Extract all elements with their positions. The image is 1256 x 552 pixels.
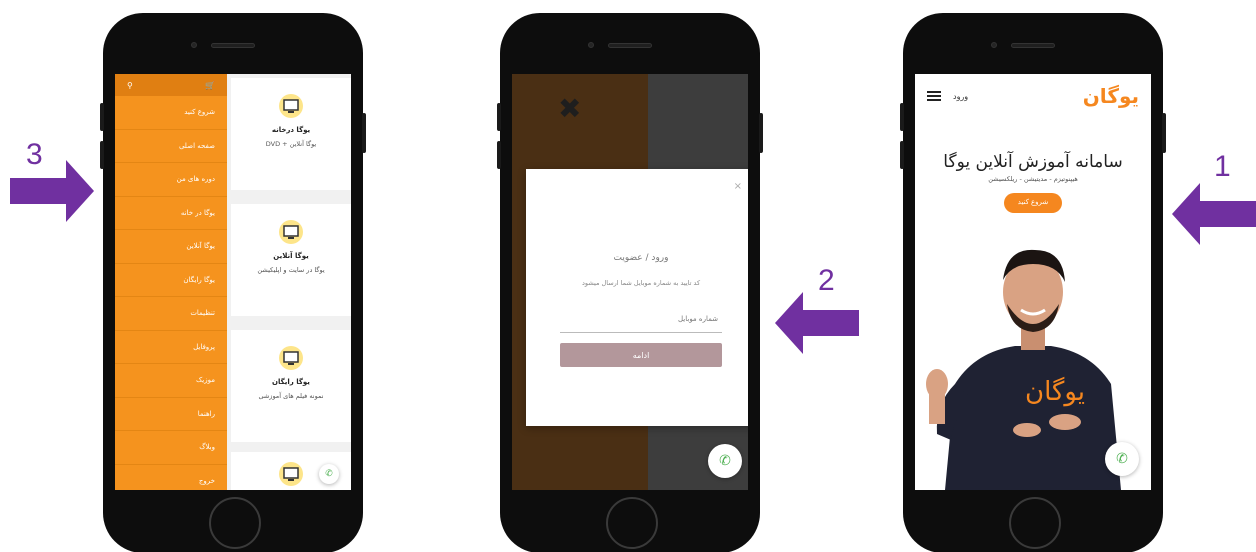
monitor-icon	[279, 346, 303, 370]
menu-item-logout[interactable]: خروج	[115, 465, 227, 491]
monitor-icon	[279, 220, 303, 244]
earpiece	[211, 43, 255, 48]
card-title: یوگا رایگان	[272, 378, 310, 386]
volume-button	[900, 103, 904, 131]
phone-frame-step-1: یوگان ورود سامانه آموزش آنلاین یوگا هیپن…	[900, 13, 1166, 552]
search-icon[interactable]: ⚲	[127, 81, 133, 90]
earpiece	[608, 43, 652, 48]
site-logo[interactable]: یوگان	[1083, 84, 1139, 108]
side-menu: ⚲ 🛒 شروع کنید صفحه اصلی دوره های من یوگا…	[115, 74, 227, 490]
card-description: یوگا آنلاین + DVD	[265, 140, 317, 148]
menu-toolbar: ⚲ 🛒	[115, 74, 227, 96]
login-screen: ✖ × ورود / عضویت کد تایید به شماره موبای…	[512, 74, 748, 490]
volume-button	[497, 103, 501, 131]
phone-icon[interactable]: ✆	[708, 444, 742, 478]
volume-button	[100, 103, 104, 131]
modal-title: ورود / عضویت	[613, 253, 669, 263]
course-cards: یوگا درخانه یوگا آنلاین + DVD یوگا آنلای…	[227, 74, 351, 490]
volume-button	[900, 141, 904, 169]
earpiece	[1011, 43, 1055, 48]
monitor-icon	[279, 462, 303, 486]
menu-item-settings[interactable]: تنظیمات	[115, 297, 227, 331]
home-button[interactable]	[606, 497, 658, 549]
volume-button	[497, 141, 501, 169]
menu-item-home[interactable]: صفحه اصلی	[115, 130, 227, 163]
cart-icon[interactable]: 🛒	[205, 81, 215, 90]
step-number: 2	[818, 264, 835, 297]
landing-screen: یوگان ورود سامانه آموزش آنلاین یوگا هیپن…	[915, 74, 1151, 490]
menu-item-help[interactable]: راهنما	[115, 398, 227, 431]
close-icon[interactable]: ✖	[558, 92, 581, 125]
hero-subtitle: هیپنوتیزم - مدیتیشن - ریلکسیشن	[988, 175, 1078, 183]
card-title: یوگا آنلاین	[273, 252, 309, 260]
camera-icon	[191, 42, 197, 48]
phone-frame-step-3: ⚲ 🛒 شروع کنید صفحه اصلی دوره های من یوگا…	[100, 13, 366, 552]
continue-button[interactable]: ادامه	[560, 343, 722, 367]
hero-title: سامانه آموزش آنلاین یوگا	[943, 152, 1123, 172]
phone-icon[interactable]: ✆	[319, 464, 339, 484]
menu-item-my-courses[interactable]: دوره های من	[115, 163, 227, 197]
step-number: 1	[1214, 150, 1231, 183]
menu-item-yoga-free[interactable]: یوگا رایگان	[115, 264, 227, 297]
card-description: یوگا در سایت و اپلیکیشن	[257, 266, 325, 274]
close-icon[interactable]: ×	[734, 181, 742, 192]
volume-button	[100, 141, 104, 169]
menu-screen: ⚲ 🛒 شروع کنید صفحه اصلی دوره های من یوگا…	[115, 74, 351, 490]
menu-item-yoga-online[interactable]: یوگا آنلاین	[115, 230, 227, 264]
modal-description: کد تایید به شماره موبایل شما ارسال میشود	[581, 279, 701, 287]
camera-icon	[991, 42, 997, 48]
home-button[interactable]	[209, 497, 261, 549]
course-card[interactable]: یوگا رایگان نمونه فیلم های آموزشی	[231, 330, 351, 442]
menu-item-profile[interactable]: پروفایل	[115, 331, 227, 364]
power-button	[1162, 113, 1166, 153]
camera-icon	[588, 42, 594, 48]
site-header: یوگان ورود	[915, 74, 1151, 118]
menu-item-music[interactable]: موزیک	[115, 364, 227, 398]
phone-number-field[interactable]	[560, 305, 722, 333]
shirt-logo: یوگان	[1025, 376, 1085, 407]
menu-icon[interactable]	[927, 91, 941, 101]
start-button[interactable]: شروع کنید	[1004, 193, 1062, 213]
header-actions: ورود	[927, 91, 968, 101]
login-modal: × ورود / عضویت کد تایید به شماره موبایل …	[526, 169, 748, 426]
phone-frame-step-2: ✖ × ورود / عضویت کد تایید به شماره موبای…	[497, 13, 763, 552]
arrow-left-icon	[1172, 183, 1256, 245]
step-number: 3	[26, 138, 43, 171]
card-title: یوگا درخانه	[271, 126, 311, 134]
menu-item-yoga-home[interactable]: یوگا در خانه	[115, 197, 227, 230]
arrow-right-icon	[10, 160, 94, 222]
power-button	[362, 113, 366, 153]
menu-item-blog[interactable]: وبلاگ	[115, 431, 227, 465]
login-link[interactable]: ورود	[953, 92, 968, 101]
power-button	[759, 113, 763, 153]
card-description: نمونه فیلم های آموزشی	[258, 392, 324, 400]
phone-icon[interactable]: ✆	[1105, 442, 1139, 476]
monitor-icon	[279, 94, 303, 118]
course-card[interactable]: یوگا درخانه یوگا آنلاین + DVD	[231, 78, 351, 190]
course-card[interactable]: یوگا آنلاین یوگا در سایت و اپلیکیشن	[231, 204, 351, 316]
arrow-left-icon	[775, 292, 859, 354]
home-button[interactable]	[1009, 497, 1061, 549]
menu-item-start[interactable]: شروع کنید	[115, 96, 227, 130]
